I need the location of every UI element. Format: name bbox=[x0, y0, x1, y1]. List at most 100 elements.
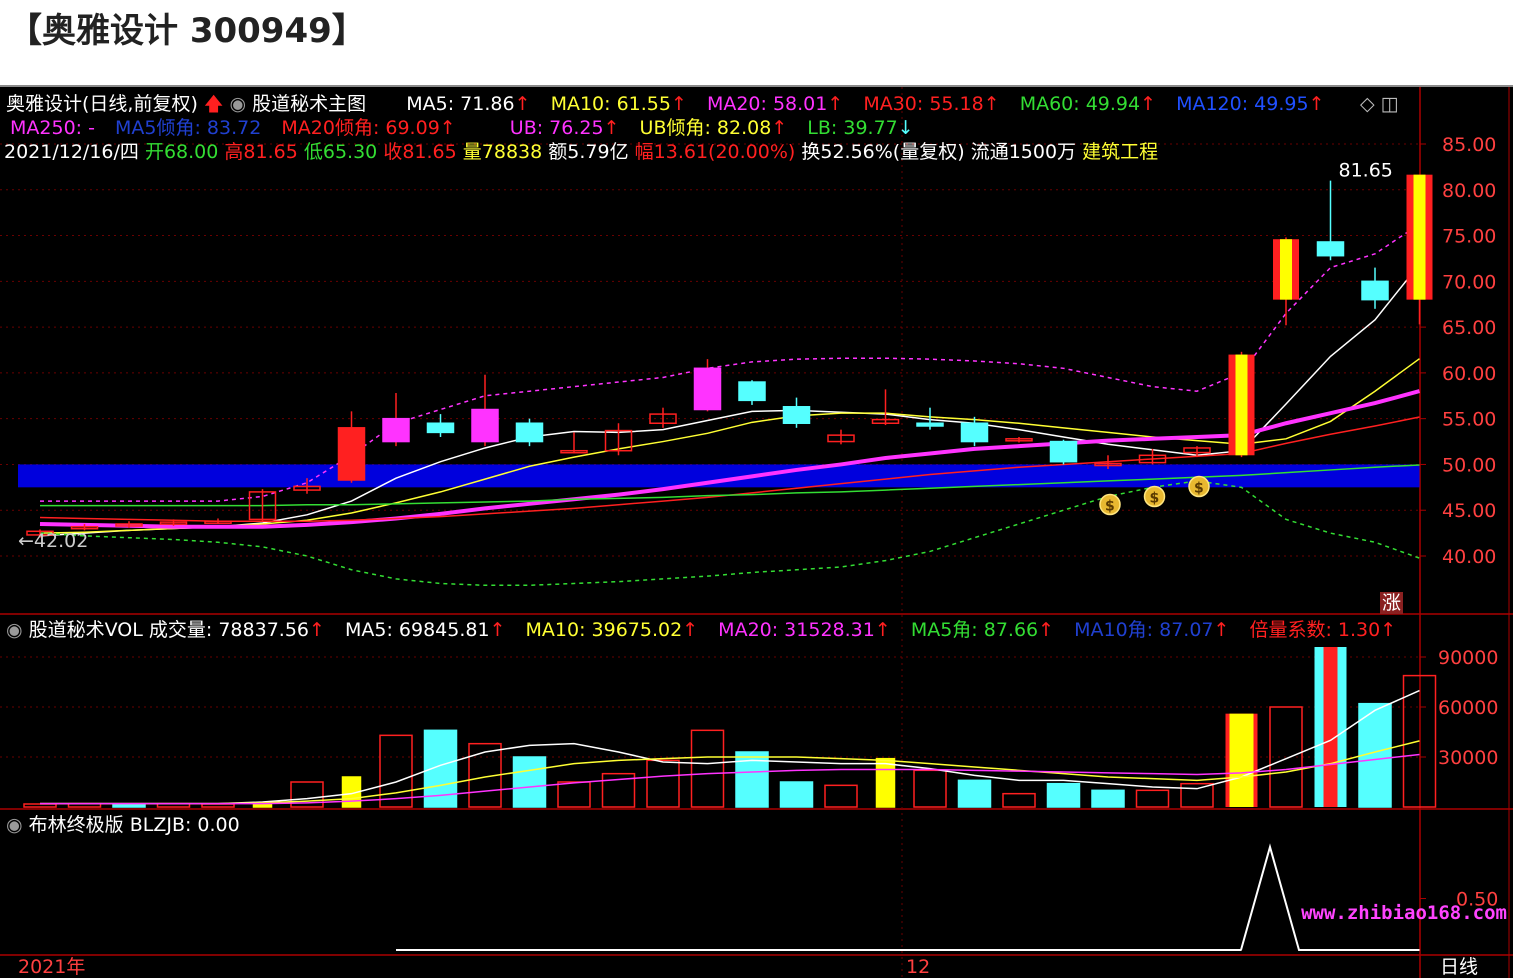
arrow-up-icon: ↑ bbox=[1140, 93, 1157, 115]
arrow-up-icon: ↑ bbox=[309, 619, 325, 641]
volume-bar bbox=[957, 779, 992, 808]
arrow-up-icon: ↑ bbox=[603, 117, 620, 139]
volume-bar bbox=[913, 769, 947, 808]
ma10-readout: MA10: 61.55 bbox=[550, 93, 671, 115]
vol-ma20-readout: MA20: 31528.31 bbox=[718, 619, 875, 641]
arrow-up-icon: ↑ bbox=[514, 93, 531, 115]
quote-low: 低65.30 bbox=[303, 141, 378, 163]
arrow-up-icon: ↑ bbox=[771, 117, 788, 139]
ma5-readout: MA5: 71.86 bbox=[406, 93, 515, 115]
watermark: www.zhibiao168.com bbox=[1301, 902, 1507, 924]
ma60-readout: MA60: 49.94 bbox=[1019, 93, 1141, 115]
settings-circle-icon[interactable]: ◉ bbox=[6, 814, 23, 836]
volume-bar bbox=[646, 759, 680, 808]
volume-bar bbox=[824, 784, 858, 808]
quote-float: 流通1500万 bbox=[970, 141, 1077, 163]
price-tick-label: 85.00 bbox=[1442, 134, 1496, 156]
arrow-up-icon: ↑ bbox=[670, 93, 687, 115]
vol-ratio-readout: 倍量系数: 1.30 bbox=[1249, 619, 1381, 641]
candle-body bbox=[960, 422, 989, 443]
ma20-angle-readout: MA20倾角: 69.09 bbox=[281, 117, 440, 139]
quote-turnover: 换52.56%(量复权) bbox=[801, 141, 965, 163]
arrow-up-icon: ↑ bbox=[827, 93, 844, 115]
candle-body-core bbox=[1235, 354, 1248, 456]
price-line-ub bbox=[40, 223, 1420, 502]
money-bag-symbol: $ bbox=[1150, 490, 1160, 506]
volume-bar-core bbox=[1323, 647, 1338, 807]
volume-bar bbox=[875, 757, 896, 808]
quote-industry[interactable]: 建筑工程 bbox=[1082, 141, 1158, 163]
candle-body bbox=[916, 422, 944, 427]
settings-circle-icon[interactable]: ◉ bbox=[230, 93, 247, 115]
window-toggle-icon[interactable]: ◫ bbox=[1381, 93, 1399, 115]
volume-tick-label: 60000 bbox=[1438, 697, 1498, 719]
quote-line: 2021/12/16/四 开68.00 高81.65 低65.30 收81.65… bbox=[4, 141, 1158, 163]
ma5-angle-readout: MA5倾角: 83.72 bbox=[115, 117, 262, 139]
settings-circle-icon[interactable]: ◉ bbox=[6, 619, 23, 641]
stock-chart-terminal: 85.00 80.00 75.00 70.00 65.00 60.00 55.00 50.00… bbox=[0, 85, 1513, 978]
candle-body bbox=[693, 367, 722, 411]
price-tick-label: 40.00 bbox=[1442, 546, 1496, 568]
vol-header: ◉ 股道秘术VOL 成交量: 78837.56↑ MA5: 69845.81↑ … bbox=[6, 619, 1396, 641]
price-tick-label: 55.00 bbox=[1442, 409, 1496, 431]
quote-range: 幅13.61(20.00%) bbox=[634, 141, 796, 163]
low-annotation: ←42.02 bbox=[18, 530, 88, 552]
stock-label[interactable]: 奥雅设计(日线,前复权) bbox=[6, 93, 198, 115]
price-tick-label: 70.00 bbox=[1442, 271, 1496, 293]
vol-indicator-name[interactable]: 股道秘术VOL bbox=[29, 619, 143, 641]
volume-bar bbox=[112, 803, 146, 808]
diamond-icon[interactable]: ◇ bbox=[1360, 93, 1375, 115]
volume-bar-core bbox=[1229, 713, 1254, 807]
volume-tick-label: 90000 bbox=[1438, 647, 1498, 669]
boll-header: ◉ 布林终极版 BLZJB: 0.00 bbox=[6, 814, 240, 836]
price-tick-label: 45.00 bbox=[1442, 500, 1496, 522]
volume-bar bbox=[379, 734, 413, 808]
volume-bar bbox=[201, 803, 235, 808]
vol-ma10-readout: MA10: 39675.02 bbox=[525, 619, 683, 641]
quote-high: 高81.65 bbox=[224, 141, 298, 163]
volume-bar bbox=[512, 756, 547, 808]
arrow-up-icon: ↑ bbox=[1213, 619, 1230, 641]
arrow-up-icon: ↑ bbox=[439, 117, 456, 139]
candle-body bbox=[1049, 440, 1078, 463]
arrow-up-icon: ↑ bbox=[489, 619, 506, 641]
page-title: 【奥雅设计 300949】 bbox=[8, 11, 366, 51]
ma20-readout: MA20: 58.01 bbox=[706, 93, 828, 115]
price-tick-label: 80.00 bbox=[1442, 180, 1496, 202]
arrow-up-icon: ↑ bbox=[983, 93, 1000, 115]
candle-body bbox=[1316, 241, 1345, 257]
volume-bar bbox=[1135, 789, 1170, 808]
chart-canvas[interactable]: 85.00 80.00 75.00 70.00 65.00 60.00 55.00 50.00… bbox=[0, 87, 1513, 978]
arrow-down-icon: ↓ bbox=[897, 117, 914, 139]
candle-body-core bbox=[1413, 174, 1426, 300]
boll-value-readout: BLZJB: 0.00 bbox=[129, 814, 240, 836]
volume-bar bbox=[1180, 782, 1214, 808]
volume-bar bbox=[779, 781, 814, 808]
vol-ma10-angle-readout: MA10角: 87.07 bbox=[1074, 619, 1214, 641]
volume-bar bbox=[557, 781, 591, 808]
main-header-line1: 奥雅设计(日线,前复权) 🡅 ◉ 股道秘术主图 MA5: 71.86↑ MA10… bbox=[6, 93, 1324, 115]
indicator-name[interactable]: 股道秘术主图 bbox=[252, 93, 366, 115]
period-label[interactable]: 日线 bbox=[1440, 956, 1478, 978]
boll-ultimate-line bbox=[396, 843, 1420, 951]
money-bag-symbol: $ bbox=[1194, 480, 1204, 496]
ma120-readout: MA120: 49.95 bbox=[1176, 93, 1309, 115]
candle-body bbox=[1361, 280, 1389, 301]
up-badge: 涨 bbox=[1380, 592, 1404, 614]
main-header-line2: MA250: - MA5倾角: 83.72 MA20倾角: 69.09↑ UB:… bbox=[10, 117, 914, 139]
ma250-readout: MA250: - bbox=[10, 117, 95, 139]
arrow-up-icon: ↑ bbox=[1380, 619, 1397, 641]
candle-body bbox=[471, 408, 499, 443]
boll-indicator-name[interactable]: 布林终极版 bbox=[29, 814, 124, 836]
price-line-lb bbox=[39, 480, 1420, 587]
volume-bar bbox=[690, 729, 725, 808]
vol-ma5-angle-readout: MA5角: 87.66 bbox=[910, 619, 1039, 641]
volume-tick-label: 30000 bbox=[1438, 747, 1498, 769]
ub-readout: UB: 76.25 bbox=[509, 117, 604, 139]
price-tick-label: 65.00 bbox=[1442, 317, 1496, 339]
candle-body bbox=[738, 381, 766, 402]
quote-open: 开68.00 bbox=[144, 141, 219, 163]
quote-date: 2021/12/16/四 bbox=[4, 141, 139, 163]
arrow-up-icon: ↑ bbox=[682, 619, 699, 641]
candle-body bbox=[382, 417, 410, 443]
